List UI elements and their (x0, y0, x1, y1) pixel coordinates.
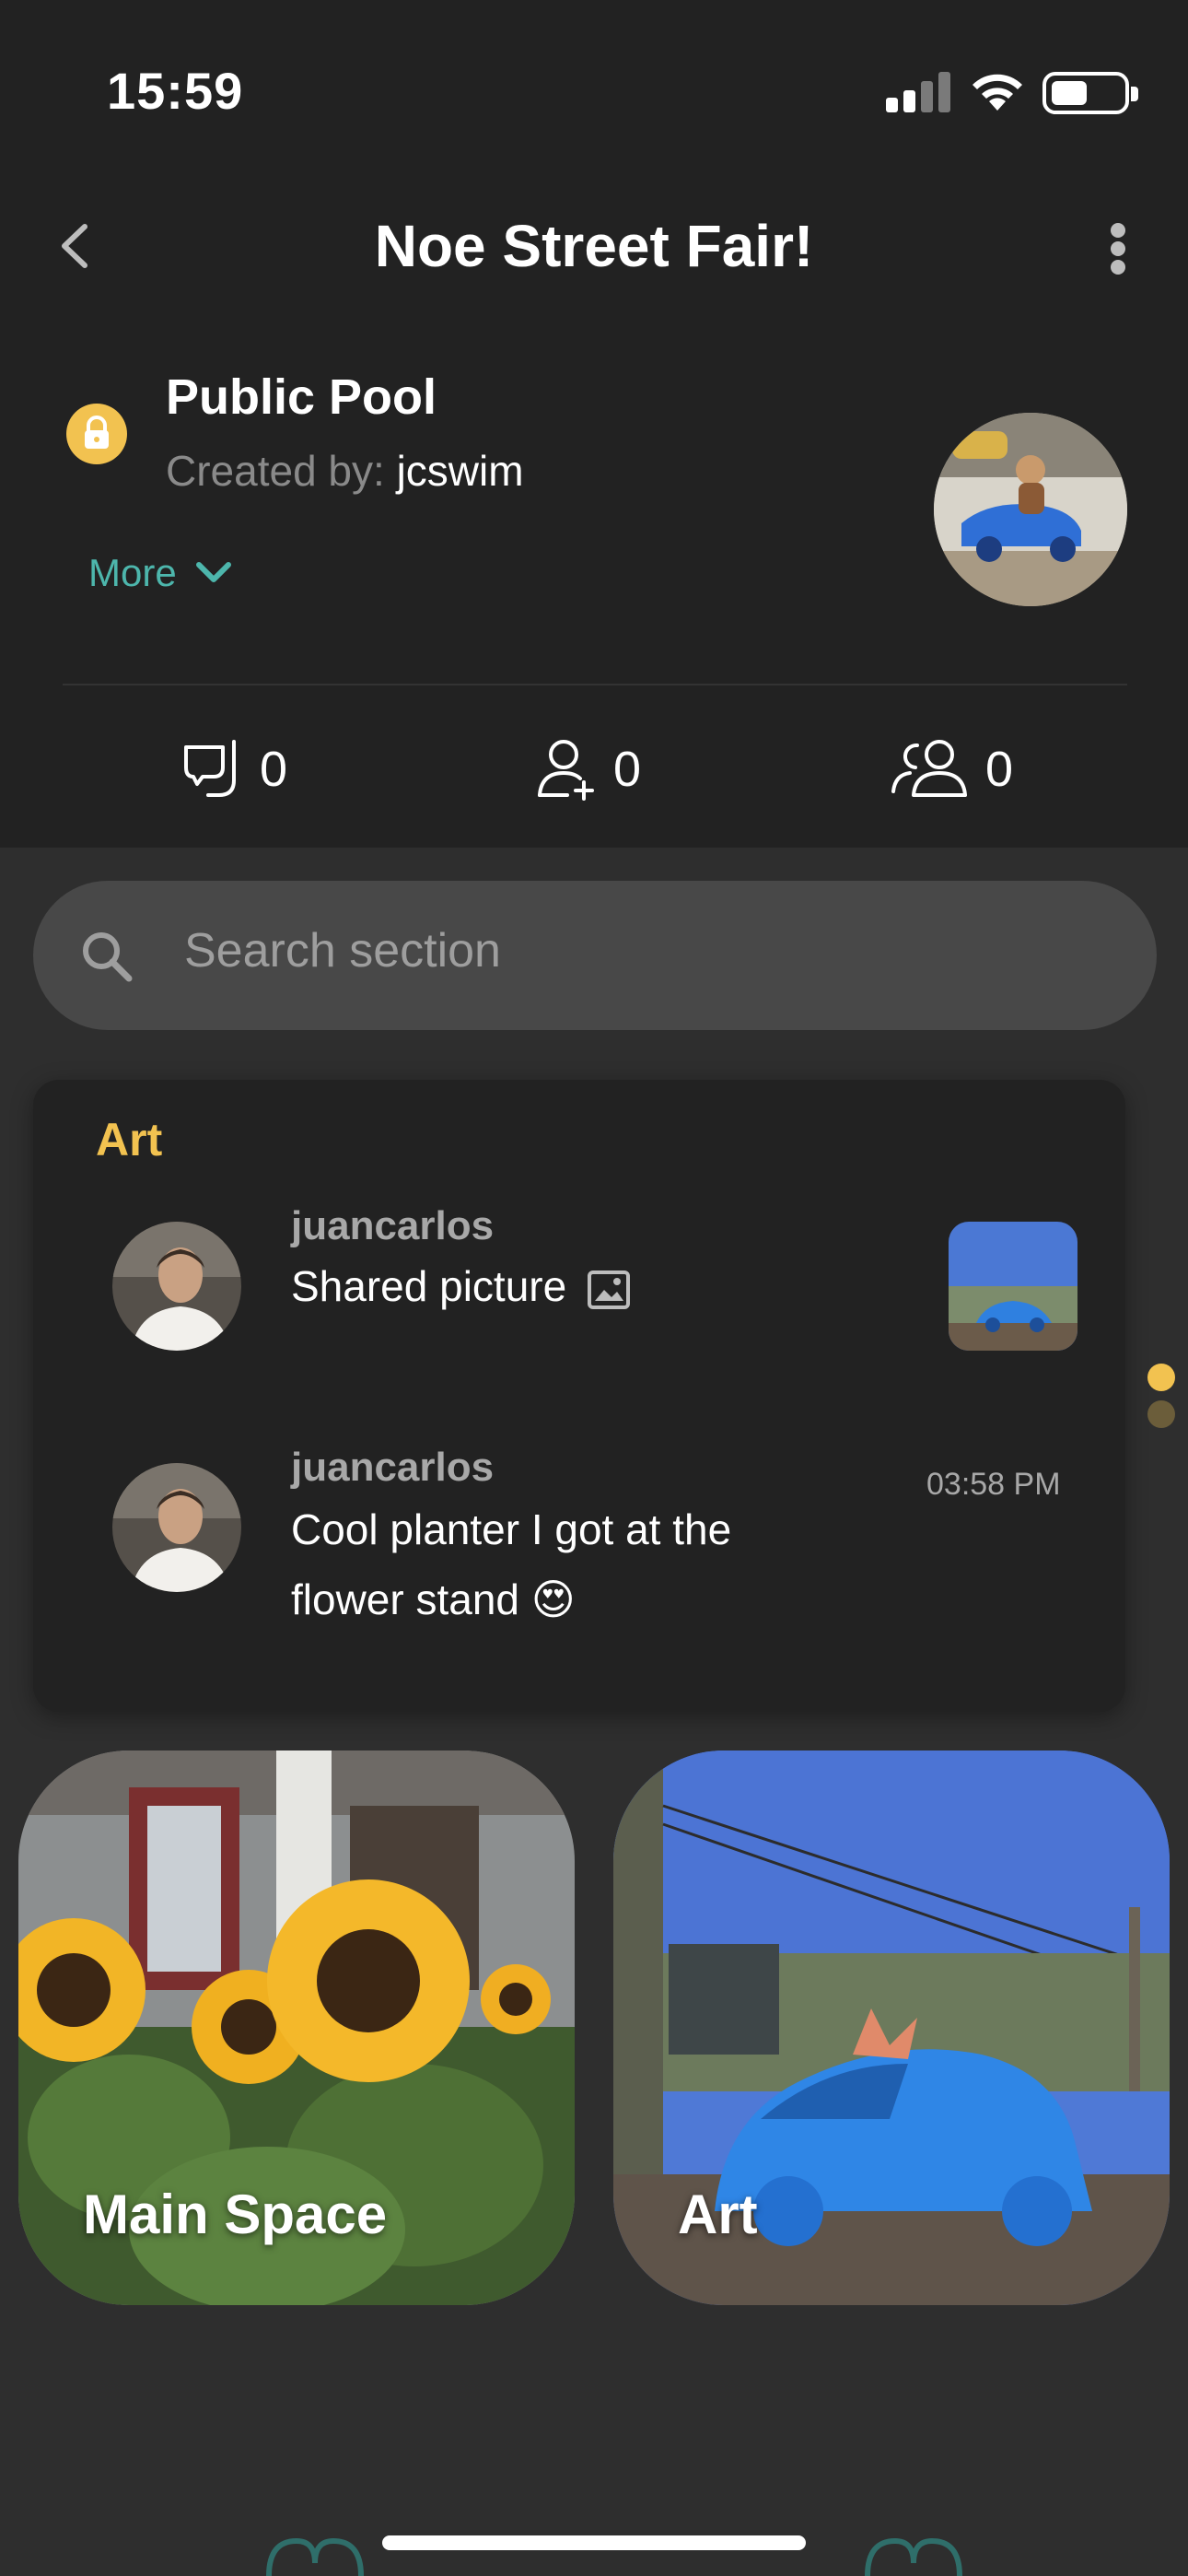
tile-art[interactable]: Art (613, 1751, 1170, 2305)
more-options-button[interactable] (1101, 216, 1138, 280)
home-indicator[interactable] (382, 2535, 806, 2550)
cell-signal-icon (886, 72, 952, 112)
search-placeholder: Search section (184, 924, 501, 978)
tile-art-label: Art (678, 2184, 758, 2245)
message-text-content: Shared picture (291, 1262, 567, 1310)
space-name: Public Pool (166, 369, 437, 425)
page-dot-active[interactable] (1147, 1364, 1175, 1391)
image-icon (588, 1270, 631, 1309)
group-icon (891, 740, 967, 797)
message-text: Cool planter I got at the flower stand 😍 (291, 1494, 731, 1634)
stat-snorkel-value: 0 (260, 742, 288, 797)
stat-add-user-value: 0 (613, 742, 642, 797)
tab-bar-icon[interactable] (260, 2535, 370, 2576)
shared-picture-thumbnail[interactable] (949, 1222, 1077, 1351)
message-username: juancarlos (291, 1445, 495, 1490)
status-time: 15:59 (107, 62, 244, 120)
more-toggle[interactable]: More (88, 551, 234, 595)
tile-main-space-label: Main Space (83, 2184, 388, 2245)
message-text-line: Cool planter I got at the (291, 1505, 732, 1553)
avatar[interactable] (112, 1222, 241, 1351)
page-dot[interactable] (1147, 1400, 1175, 1428)
created-by-label: Created by: (166, 447, 385, 495)
space-avatar[interactable] (934, 413, 1127, 606)
message-username: juancarlos (291, 1203, 495, 1248)
stat-group[interactable]: 0 (890, 728, 1013, 811)
wifi-icon (969, 70, 1026, 112)
divider (63, 684, 1127, 685)
snorkel-mask-icon (184, 740, 236, 797)
message-text: Shared picture (291, 1251, 631, 1321)
chevron-down-icon (195, 562, 231, 582)
feed-section-title: Art (96, 1114, 163, 1165)
tile-main-space[interactable]: Main Space (18, 1751, 575, 2305)
search-icon (77, 927, 136, 986)
more-label: More (88, 551, 177, 594)
stat-snorkel[interactable]: 0 (181, 728, 287, 811)
stat-add-user[interactable]: 0 (534, 728, 641, 811)
avatar[interactable] (112, 1463, 241, 1592)
lock-icon (66, 404, 127, 464)
created-by: Created by: jcswim (166, 446, 524, 496)
creator-username[interactable]: jcswim (397, 447, 524, 495)
page-title: Noe Street Fair! (374, 213, 814, 279)
tab-bar-icon[interactable] (858, 2535, 969, 2576)
message-text-line: flower stand 😍 (291, 1575, 576, 1623)
message-timestamp: 03:58 PM (926, 1467, 1061, 1502)
stat-group-value: 0 (985, 742, 1014, 797)
battery-icon (1042, 72, 1138, 114)
add-user-icon (538, 740, 594, 801)
